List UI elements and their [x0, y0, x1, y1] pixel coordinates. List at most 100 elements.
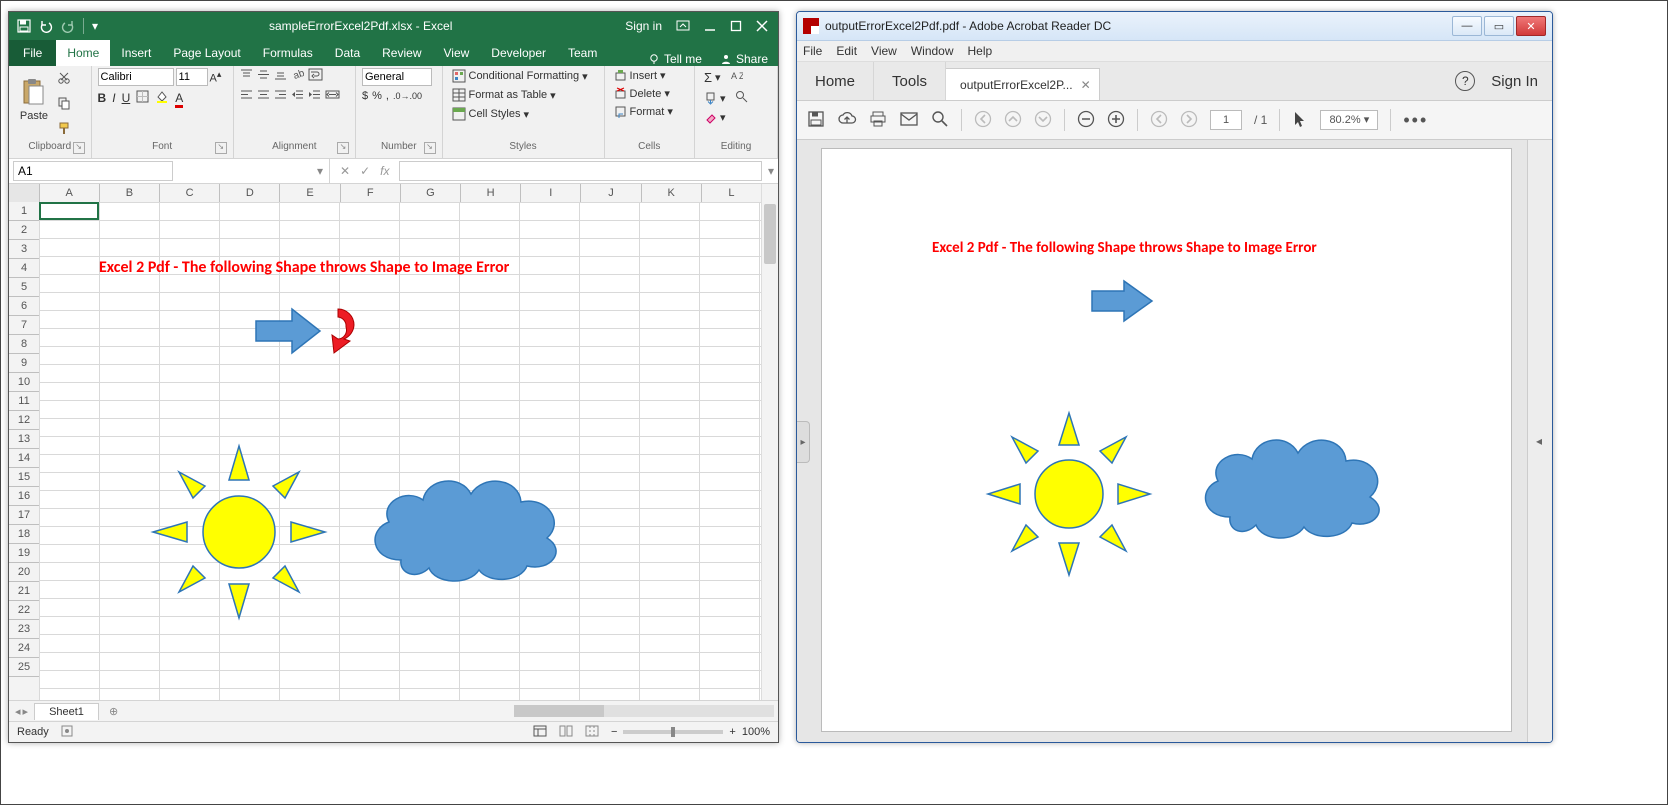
excel-grid[interactable]: ABCDEFGHIJKL 123456789101112131415161718… [9, 184, 778, 700]
copy-icon[interactable] [57, 96, 71, 113]
align-top-icon[interactable] [240, 68, 253, 84]
italic-button[interactable]: I [112, 91, 115, 105]
borders-icon[interactable] [136, 90, 149, 106]
close-button[interactable] [756, 20, 768, 32]
more-tools-icon[interactable]: ••• [1403, 110, 1428, 131]
sheet-nav-prev-icon[interactable]: ◂ [15, 705, 21, 718]
row-header[interactable]: 18 [9, 525, 39, 544]
tab-team[interactable]: Team [557, 40, 608, 66]
sheet-nav-next-icon[interactable]: ▸ [23, 705, 29, 718]
minimize-button[interactable] [704, 20, 716, 32]
zoom-out-button[interactable]: − [611, 726, 617, 738]
tab-review[interactable]: Review [371, 40, 432, 66]
cell-styles-button[interactable]: Cell Styles▾ [449, 106, 598, 122]
row-header[interactable]: 16 [9, 487, 39, 506]
search-icon[interactable] [931, 110, 949, 131]
column-header[interactable]: H [461, 184, 521, 202]
column-header[interactable]: J [581, 184, 641, 202]
sort-filter-icon[interactable]: A Z [730, 69, 743, 85]
column-header[interactable]: E [280, 184, 340, 202]
cells-area[interactable]: Excel 2 Pdf - The following Shape throws… [39, 202, 762, 700]
column-header[interactable]: C [160, 184, 220, 202]
view-normal-icon[interactable] [533, 725, 547, 740]
align-middle-icon[interactable] [257, 68, 270, 84]
number-format-combo[interactable] [362, 68, 432, 86]
maximize-button[interactable]: ▭ [1484, 16, 1514, 36]
curved-arrow-shape[interactable] [326, 305, 364, 357]
column-header[interactable]: G [401, 184, 461, 202]
arrow-shape[interactable] [254, 307, 324, 355]
menu-view[interactable]: View [871, 44, 897, 58]
help-icon[interactable]: ? [1455, 71, 1475, 91]
row-header[interactable]: 24 [9, 639, 39, 658]
ribbon-display-options-icon[interactable] [676, 20, 690, 32]
share-button[interactable]: Share [710, 52, 778, 66]
column-header[interactable]: L [702, 184, 762, 202]
merge-center-icon[interactable] [325, 88, 340, 104]
zoom-level[interactable]: 100% [742, 726, 770, 738]
view-page-break-icon[interactable] [585, 725, 599, 740]
minimize-button[interactable]: — [1452, 16, 1482, 36]
acrobat-right-panel[interactable]: ◂ [1527, 140, 1552, 742]
menu-help[interactable]: Help [968, 44, 993, 58]
menu-window[interactable]: Window [911, 44, 954, 58]
vertical-scrollbar[interactable] [761, 184, 778, 700]
mail-icon[interactable] [899, 111, 919, 130]
acrobat-page-area[interactable]: ▸ Excel 2 Pdf - The following Shape thro… [797, 140, 1552, 742]
tab-home[interactable]: Home [797, 62, 874, 100]
column-header[interactable]: K [642, 184, 702, 202]
qat-redo-icon[interactable] [61, 19, 75, 33]
dialog-launcher-icon[interactable]: ↘ [215, 142, 227, 154]
row-header[interactable]: 6 [9, 297, 39, 316]
tab-insert[interactable]: Insert [110, 40, 162, 66]
orientation-icon[interactable]: ab [291, 68, 304, 84]
new-sheet-button[interactable]: ⊕ [99, 705, 128, 718]
close-button[interactable]: ✕ [1516, 16, 1546, 36]
expand-formula-bar-icon[interactable]: ▾ [764, 164, 778, 178]
sun-shape[interactable] [149, 442, 329, 622]
row-header[interactable]: 21 [9, 582, 39, 601]
accounting-format-icon[interactable]: $ [362, 90, 368, 102]
tab-file[interactable]: File [9, 40, 56, 66]
tab-home[interactable]: Home [56, 40, 110, 66]
tell-me-search[interactable]: Tell me [640, 52, 710, 66]
row-header[interactable]: 14 [9, 449, 39, 468]
zoom-combo[interactable]: 80.2% ▾ [1320, 110, 1378, 130]
qat-save-icon[interactable] [17, 19, 31, 33]
row-header[interactable]: 4 [9, 259, 39, 278]
page-up-icon[interactable] [1004, 110, 1022, 131]
insert-cells-button[interactable]: Insert▾ [611, 68, 688, 83]
name-box[interactable] [13, 161, 173, 181]
wrap-text-icon[interactable] [308, 68, 323, 84]
row-header[interactable]: 23 [9, 620, 39, 639]
page-down-icon[interactable] [1034, 110, 1052, 131]
left-panel-toggle[interactable]: ▸ [797, 421, 810, 463]
formula-input[interactable] [399, 161, 762, 181]
zoom-in-button[interactable]: + [729, 726, 735, 738]
menu-edit[interactable]: Edit [836, 44, 857, 58]
save-icon[interactable] [807, 110, 825, 131]
row-header[interactable]: 5 [9, 278, 39, 297]
column-headers[interactable]: ABCDEFGHIJKL [9, 184, 762, 203]
sheet-tab-sheet1[interactable]: Sheet1 [34, 703, 99, 720]
clear-button[interactable]: ▾ [701, 110, 771, 125]
right-panel-toggle-icon[interactable]: ◂ [1532, 421, 1546, 461]
row-header[interactable]: 11 [9, 392, 39, 411]
column-header[interactable]: B [100, 184, 160, 202]
font-color-icon[interactable]: A [175, 91, 183, 105]
view-page-layout-icon[interactable] [559, 725, 573, 740]
signin-link[interactable]: Sign In [1491, 73, 1538, 90]
align-center-icon[interactable] [257, 88, 270, 104]
underline-button[interactable]: U [122, 91, 131, 105]
page-number-input[interactable]: 1 [1210, 110, 1242, 130]
tab-tools[interactable]: Tools [874, 62, 946, 100]
conditional-formatting-button[interactable]: Conditional Formatting▾ [449, 68, 598, 84]
row-header[interactable]: 1 [9, 202, 39, 221]
zoom-in-icon[interactable] [1107, 110, 1125, 131]
tab-page-layout[interactable]: Page Layout [162, 40, 251, 66]
bold-button[interactable]: B [98, 91, 107, 105]
align-bottom-icon[interactable] [274, 68, 287, 84]
autosum-button[interactable]: Σ▾A Z [701, 68, 771, 86]
row-header[interactable]: 25 [9, 658, 39, 677]
tab-view[interactable]: View [433, 40, 481, 66]
